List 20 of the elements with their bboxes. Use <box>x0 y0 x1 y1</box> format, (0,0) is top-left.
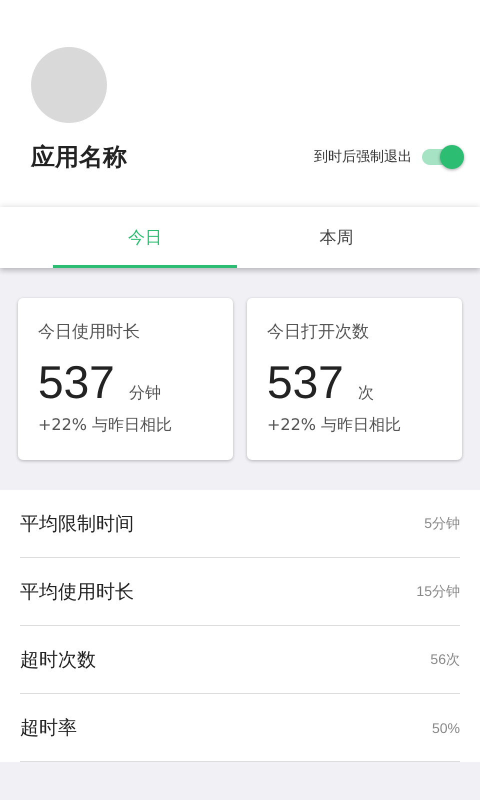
tab[interactable]: 本周 <box>244 207 428 268</box>
comparison-text: +22% 与昨日相比 <box>267 415 402 436</box>
stat-value: 15分钟 <box>416 582 460 600</box>
comparison-text: +22% 与昨日相比 <box>38 415 174 436</box>
stat-label: 超时率 <box>20 716 77 740</box>
stat-label: 平均限制时间 <box>20 512 134 536</box>
stat-label: 超时次数 <box>20 648 96 672</box>
card-title: 今日打开次数 <box>267 321 370 343</box>
stat-value: 537 <box>38 355 115 409</box>
toggle-switch[interactable] <box>422 145 464 169</box>
force-quit-label: 到时后强制退出 <box>314 148 412 166</box>
stat-value: 50% <box>432 720 460 736</box>
stat-unit: 分钟 <box>128 383 161 404</box>
app-name: 应用名称 <box>31 142 127 173</box>
stat-unit: 次 <box>358 383 374 404</box>
stat-value: 5分钟 <box>424 514 460 532</box>
stat-label: 平均使用时长 <box>20 580 134 604</box>
stat-value: 56次 <box>430 650 460 668</box>
stat-value: 537 <box>267 355 344 409</box>
card-title: 今日使用时长 <box>38 321 141 343</box>
